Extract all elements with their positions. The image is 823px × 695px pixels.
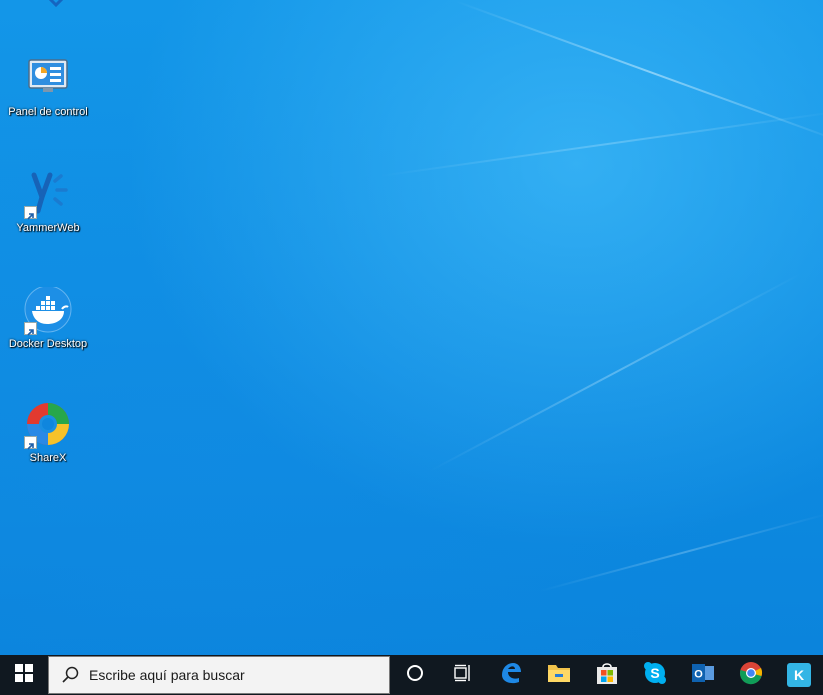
file-explorer-icon bbox=[547, 662, 571, 688]
desktop-icon-control-panel[interactable]: Panel de control bbox=[2, 55, 94, 119]
task-view-button[interactable] bbox=[439, 655, 487, 695]
desktop-icon-label: ShareX bbox=[29, 452, 67, 464]
desktop-icon-yammerweb[interactable]: YammerWeb bbox=[2, 171, 94, 235]
svg-text:O: O bbox=[694, 669, 703, 681]
cortana-icon bbox=[406, 664, 424, 686]
start-button[interactable] bbox=[0, 655, 48, 695]
edge-icon bbox=[499, 661, 523, 689]
desktop-background: Panel de control YammerWeb Docker Deskto… bbox=[0, 0, 823, 655]
file-explorer-button[interactable] bbox=[535, 655, 583, 695]
shortcut-arrow-icon bbox=[24, 322, 37, 336]
edge-button[interactable] bbox=[487, 655, 535, 695]
outlook-icon: O bbox=[691, 661, 715, 689]
app-icon: K bbox=[787, 663, 811, 687]
chrome-icon bbox=[739, 661, 763, 689]
cortana-button[interactable] bbox=[391, 655, 439, 695]
app-button[interactable]: K bbox=[775, 655, 823, 695]
desktop-icon-label: Panel de control bbox=[8, 106, 88, 118]
desktop-icon-sharex[interactable]: ShareX bbox=[2, 401, 94, 465]
store-button[interactable] bbox=[583, 655, 631, 695]
search-input[interactable]: Escribe aquí para buscar bbox=[48, 656, 390, 694]
task-view-icon bbox=[454, 664, 472, 686]
light-beam bbox=[454, 0, 823, 146]
taskbar: Escribe aquí para buscar S O K bbox=[0, 655, 823, 695]
chrome-button[interactable] bbox=[727, 655, 775, 695]
yammer-icon bbox=[24, 171, 72, 220]
light-beam bbox=[429, 272, 802, 472]
desktop-icon-label: YammerWeb bbox=[16, 222, 80, 234]
desktop-icon-docker-desktop[interactable]: Docker Desktop bbox=[2, 285, 94, 351]
shortcut-arrow-icon bbox=[24, 436, 37, 450]
partial-icon bbox=[44, 0, 68, 8]
store-icon bbox=[595, 661, 619, 689]
sharex-icon bbox=[24, 401, 72, 450]
light-beam bbox=[539, 512, 823, 592]
search-placeholder: Escribe aquí para buscar bbox=[89, 667, 245, 683]
desktop-icon-label: Docker Desktop bbox=[8, 338, 88, 350]
docker-icon bbox=[24, 285, 72, 336]
windows-logo-icon bbox=[15, 664, 33, 686]
skype-icon: S bbox=[643, 661, 667, 689]
light-beam bbox=[379, 109, 823, 177]
outlook-button[interactable]: O bbox=[679, 655, 727, 695]
control-panel-icon bbox=[24, 55, 72, 103]
skype-button[interactable]: S bbox=[631, 655, 679, 695]
shortcut-arrow-icon bbox=[24, 206, 37, 220]
search-icon bbox=[61, 666, 79, 684]
svg-text:S: S bbox=[650, 665, 659, 681]
